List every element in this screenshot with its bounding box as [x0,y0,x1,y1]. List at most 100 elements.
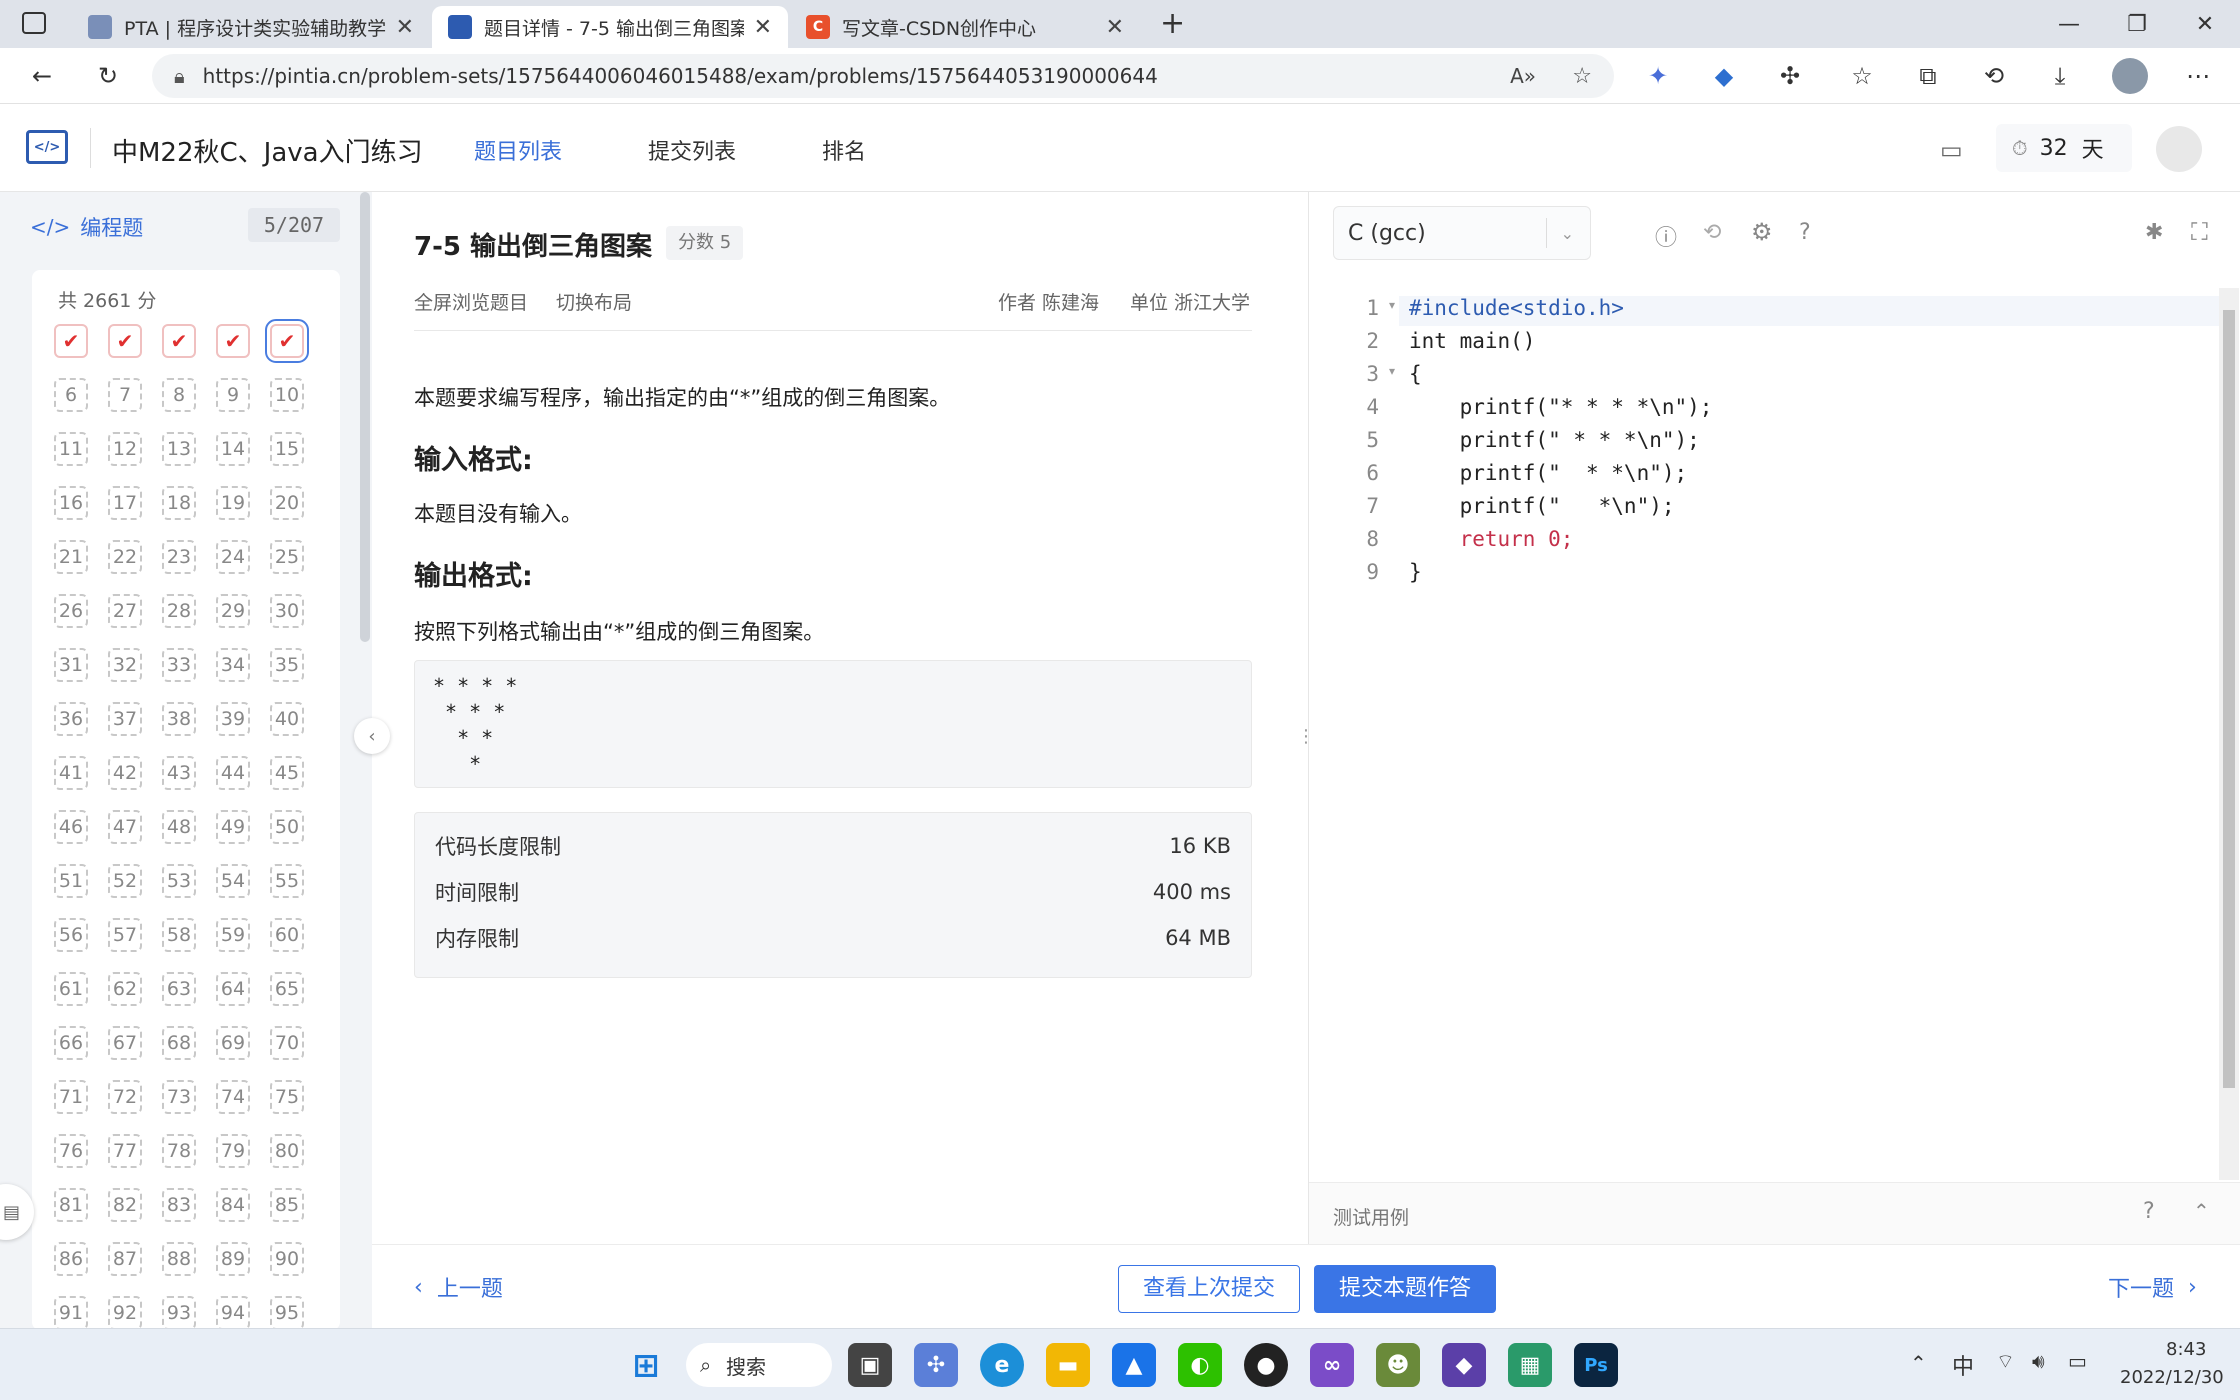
problem-cell-73[interactable]: 73 [162,1080,196,1114]
maximize-button[interactable]: ❐ [2104,0,2170,48]
problem-cell-46[interactable]: 46 [54,810,88,844]
problem-cell-8[interactable]: 8 [162,378,196,412]
tab-csdn[interactable]: C 写文章-CSDN创作中心 ✕ [790,6,1140,48]
problem-cell-2[interactable]: ✔ [108,324,142,358]
submit-answer-button[interactable]: 提交本题作答 [1314,1265,1496,1313]
problem-cell-90[interactable]: 90 [270,1242,304,1276]
edge-browser-icon[interactable]: e [980,1343,1024,1387]
problem-cell-14[interactable]: 14 [216,432,250,466]
problem-cell-23[interactable]: 23 [162,540,196,574]
favorites-icon[interactable]: ☆ [1844,58,1880,94]
problem-cell-85[interactable]: 85 [270,1188,304,1222]
new-tab-button[interactable]: + [1160,6,1185,41]
url-text[interactable]: https://pintia.cn/problem-sets/157564400… [203,64,1158,88]
problem-cell-56[interactable]: 56 [54,918,88,952]
problem-cell-49[interactable]: 49 [216,810,250,844]
next-problem-button[interactable]: 下一题 › [2108,1271,2197,1303]
problem-cell-51[interactable]: 51 [54,864,88,898]
problem-cell-12[interactable]: 12 [108,432,142,466]
close-tab-icon[interactable]: ✕ [396,15,414,40]
problem-cell-57[interactable]: 57 [108,918,142,952]
read-aloud-icon[interactable]: A» [1510,64,1536,88]
url-box[interactable]: 🔒︎ https://pintia.cn/problem-sets/157564… [152,54,1614,98]
problem-cell-19[interactable]: 19 [216,486,250,520]
close-window-button[interactable]: ✕ [2172,0,2238,48]
chevron-up-icon[interactable]: ⌃ [2193,1199,2210,1223]
problem-cell-81[interactable]: 81 [54,1188,88,1222]
problem-cell-37[interactable]: 37 [108,702,142,736]
history-icon[interactable]: ⟲ [1703,220,1721,245]
problem-cell-33[interactable]: 33 [162,648,196,682]
problem-cell-63[interactable]: 63 [162,972,196,1006]
back-icon[interactable]: ← [24,58,60,94]
problem-cell-54[interactable]: 54 [216,864,250,898]
volume-icon[interactable]: 🔊︎ [2032,1349,2045,1373]
file-explorer-icon[interactable]: ▬ [1046,1343,1090,1387]
close-tab-icon[interactable]: ✕ [754,15,772,40]
problem-cell-55[interactable]: 55 [270,864,304,898]
problem-cell-93[interactable]: 93 [162,1296,196,1330]
problem-cell-87[interactable]: 87 [108,1242,142,1276]
scroll-thumb[interactable] [2223,310,2235,1088]
problem-cell-29[interactable]: 29 [216,594,250,628]
minimize-button[interactable]: — [2036,0,2102,48]
view-last-submission-button[interactable]: 查看上次提交 [1118,1265,1300,1313]
photoshop-icon[interactable]: Ps [1574,1343,1618,1387]
tab-problem-detail[interactable]: 题目详情 - 7-5 输出倒三角图案 ✕ [432,6,788,48]
problem-cell-47[interactable]: 47 [108,810,142,844]
problem-cell-48[interactable]: 48 [162,810,196,844]
taskbar-search[interactable]: ⌕ 搜索 [686,1343,832,1387]
problem-cell-59[interactable]: 59 [216,918,250,952]
refresh-icon[interactable]: ↻ [90,58,126,94]
fullscreen-icon[interactable]: ⛶ [2191,218,2208,246]
problem-cell-88[interactable]: 88 [162,1242,196,1276]
problem-cell-21[interactable]: 21 [54,540,88,574]
problem-cell-69[interactable]: 69 [216,1026,250,1060]
prev-problem-button[interactable]: ‹ 上一题 [414,1271,503,1303]
chevron-up-icon[interactable]: ⌃ [1910,1351,1927,1375]
extensions-puzzle-icon[interactable]: ✣ [1772,58,1808,94]
app-icon[interactable]: ▦ [1508,1343,1552,1387]
sidebar-scrollbar[interactable] [360,192,370,642]
problem-cell-91[interactable]: 91 [54,1296,88,1330]
problem-cell-18[interactable]: 18 [162,486,196,520]
problem-cell-24[interactable]: 24 [216,540,250,574]
problem-cell-35[interactable]: 35 [270,648,304,682]
problem-cell-6[interactable]: 6 [54,378,88,412]
pta-logo-icon[interactable]: </> [26,130,68,164]
problem-cell-77[interactable]: 77 [108,1134,142,1168]
problem-cell-95[interactable]: 95 [270,1296,304,1330]
problem-cell-26[interactable]: 26 [54,594,88,628]
problem-cell-27[interactable]: 27 [108,594,142,628]
problem-cell-39[interactable]: 39 [216,702,250,736]
download-icon[interactable]: ⤓ [2042,58,2078,94]
app-icon[interactable]: ✣ [914,1343,958,1387]
problem-cell-50[interactable]: 50 [270,810,304,844]
problem-cell-10[interactable]: 10 [270,378,304,412]
wechat-icon[interactable]: ◐ [1178,1343,1222,1387]
task-view-icon[interactable]: ▣ [848,1343,892,1387]
qq-penguin-icon[interactable]: ● [1244,1343,1288,1387]
nav-problem-list[interactable]: 题目列表 [474,134,562,166]
problem-cell-34[interactable]: 34 [216,648,250,682]
problem-cell-28[interactable]: 28 [162,594,196,628]
problem-cell-60[interactable]: 60 [270,918,304,952]
more-menu-icon[interactable]: ⋯ [2180,58,2216,94]
problem-cell-89[interactable]: 89 [216,1242,250,1276]
test-case-bar[interactable]: 测试用例 ? ⌃ [1309,1182,2240,1244]
problem-cell-92[interactable]: 92 [108,1296,142,1330]
problem-cell-20[interactable]: 20 [270,486,304,520]
problem-cell-1[interactable]: ✔ [54,324,88,358]
debug-bug-icon[interactable]: ✱ [2145,220,2163,245]
problem-cell-42[interactable]: 42 [108,756,142,790]
problem-cell-43[interactable]: 43 [162,756,196,790]
problem-cell-65[interactable]: 65 [270,972,304,1006]
problem-cell-78[interactable]: 78 [162,1134,196,1168]
collections-icon[interactable]: ⧉ [1910,58,1946,94]
section-header[interactable]: </> 编程题 [30,212,143,242]
problem-cell-11[interactable]: 11 [54,432,88,466]
question-icon[interactable]: ? [1799,220,1811,245]
problem-cell-16[interactable]: 16 [54,486,88,520]
panel-toggle-icon[interactable]: ▤ [0,1184,34,1240]
help-icon[interactable]: ⓘ [1655,220,1677,252]
